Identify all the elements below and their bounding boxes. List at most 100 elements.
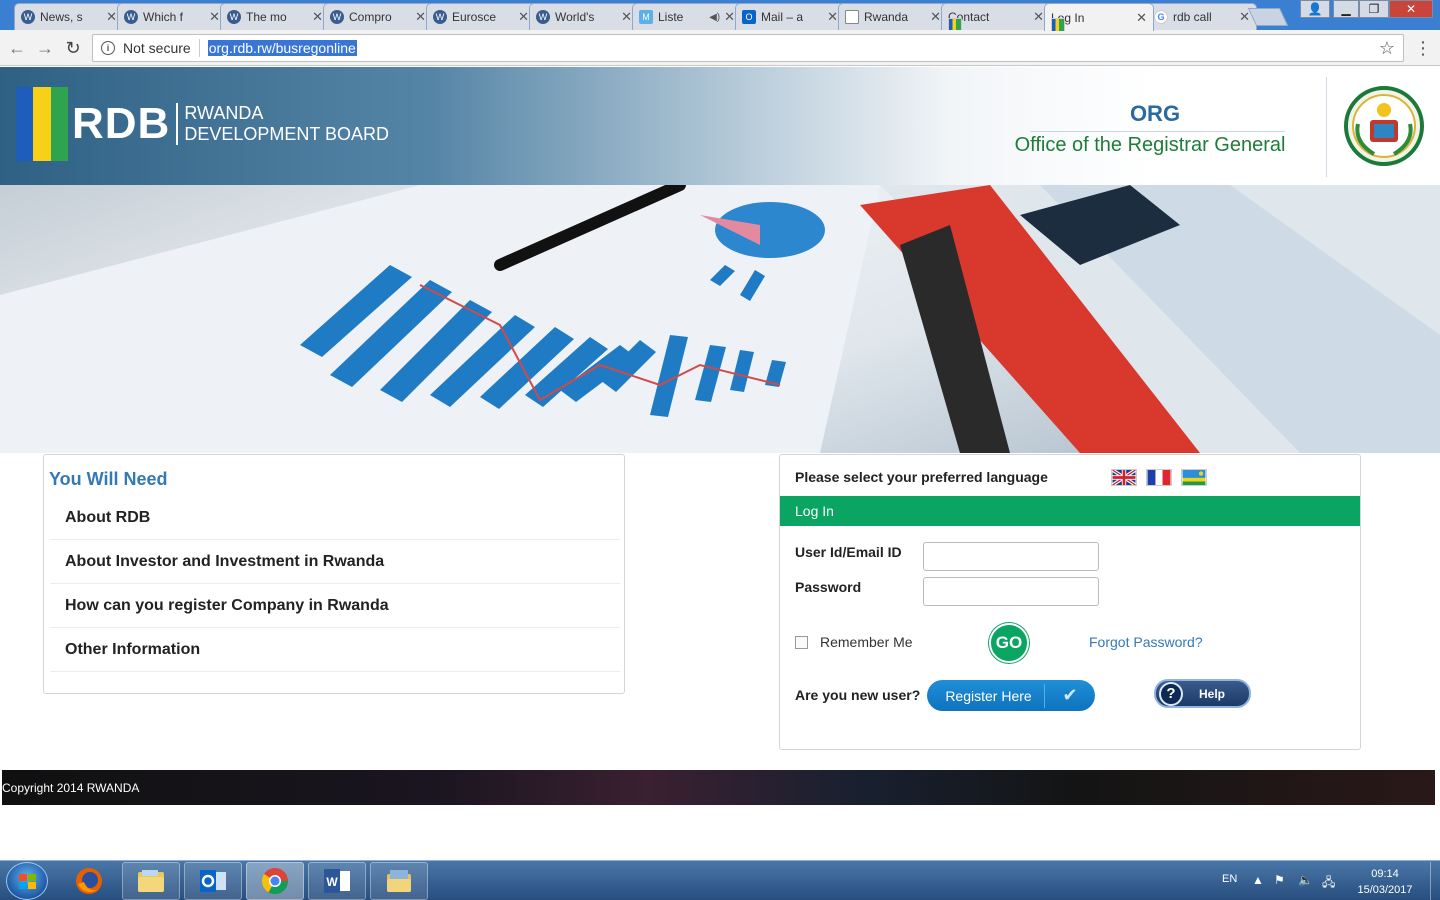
wordpress-icon: W: [536, 10, 550, 24]
browser-tab[interactable]: W Compro ✕: [323, 3, 433, 30]
forgot-password-link[interactable]: Forgot Password?: [1089, 634, 1203, 650]
minimize-button[interactable]: ▁: [1333, 0, 1359, 18]
info-link-about-rdb[interactable]: About RDB: [50, 496, 620, 540]
outlook-icon: O: [742, 10, 756, 24]
uk-flag-icon[interactable]: [1111, 469, 1137, 486]
volume-icon[interactable]: 🔈: [1298, 873, 1313, 887]
browser-tab[interactable]: M Liste ◀) ✕: [632, 3, 742, 30]
close-tab-icon[interactable]: ✕: [106, 9, 117, 25]
go-button[interactable]: GO: [989, 623, 1029, 663]
maximize-button[interactable]: ❐: [1359, 0, 1389, 18]
close-window-button[interactable]: ✕: [1389, 0, 1433, 18]
system-clock[interactable]: 09:14 15/03/2017: [1350, 866, 1420, 898]
back-arrow-icon: ←: [8, 37, 26, 58]
back-button[interactable]: ←: [6, 37, 28, 59]
logo-text: RDB: [72, 99, 171, 148]
reload-button[interactable]: ↻: [62, 37, 84, 59]
taskbar-firefox[interactable]: [60, 862, 118, 900]
network-icon[interactable]: 🖧: [1322, 873, 1335, 894]
close-tab-icon[interactable]: ✕: [827, 9, 838, 25]
browser-tab-bar: W News, s ✕ W Which f ✕ W The mo ✕ W Com…: [0, 0, 1440, 31]
header-divider: [1326, 77, 1327, 177]
close-tab-icon[interactable]: ✕: [1136, 10, 1147, 26]
browser-tab-active[interactable]: Log In ✕: [1044, 3, 1154, 31]
info-link-other-information[interactable]: Other Information: [50, 628, 620, 672]
user-id-label: User Id/Email ID: [795, 544, 902, 560]
rwanda-flag-icon[interactable]: [1181, 469, 1207, 486]
maximize-icon: ❐: [1368, 2, 1380, 16]
taskbar-outlook[interactable]: [184, 862, 242, 900]
france-flag-icon[interactable]: [1146, 469, 1172, 486]
speaker-icon[interactable]: ◀): [709, 12, 720, 23]
browser-tab[interactable]: Contact ✕: [941, 3, 1051, 30]
org-title: ORG: [1129, 101, 1181, 126]
password-label: Password: [795, 579, 862, 595]
taskbar-libraries[interactable]: [370, 862, 428, 900]
browser-tab[interactable]: O Mail – a ✕: [735, 3, 845, 30]
security-label[interactable]: Not secure: [123, 40, 191, 56]
wordpress-icon: W: [21, 10, 35, 24]
wordpress-icon: W: [330, 10, 344, 24]
wordpress-icon: W: [124, 10, 138, 24]
close-tab-icon[interactable]: ✕: [312, 9, 323, 25]
forward-button[interactable]: →: [34, 37, 56, 59]
chrome-icon: [261, 868, 289, 895]
tab-title: Which f: [143, 10, 184, 24]
tab-title: Rwanda: [864, 10, 909, 24]
logo-subtitle-line: DEVELOPMENT BOARD: [184, 124, 390, 144]
close-tab-icon[interactable]: ✕: [724, 9, 735, 25]
show-desktop-button[interactable]: [1430, 862, 1440, 900]
rwanda-flag-icon: [948, 18, 962, 30]
close-tab-icon[interactable]: ✕: [930, 9, 941, 25]
close-tab-icon[interactable]: ✕: [209, 9, 220, 25]
close-tab-icon[interactable]: ✕: [518, 9, 529, 25]
start-button[interactable]: [6, 862, 48, 900]
word-icon: W: [324, 869, 350, 893]
reload-icon: ↻: [65, 37, 81, 58]
browser-tab[interactable]: W Which f ✕: [117, 3, 227, 30]
taskbar-word[interactable]: W: [308, 862, 366, 900]
show-hidden-icons-icon[interactable]: ▲: [1252, 873, 1264, 887]
address-bar[interactable]: i Not secure org.rdb.rw/busregonline ☆: [92, 34, 1404, 62]
close-tab-icon[interactable]: ✕: [1239, 9, 1250, 25]
browser-tab[interactable]: Rwanda ✕: [838, 3, 948, 30]
browser-tab[interactable]: G rdb call ✕: [1147, 3, 1257, 30]
help-button[interactable]: ? Help: [1154, 679, 1251, 708]
firefox-icon: [76, 868, 102, 894]
remember-me-checkbox[interactable]: [795, 636, 808, 649]
close-tab-icon[interactable]: ✕: [1033, 9, 1044, 25]
browser-tab[interactable]: W News, s ✕: [14, 3, 124, 30]
tab-title: The mo: [246, 10, 287, 24]
user-id-input[interactable]: [923, 542, 1099, 571]
taskbar-explorer[interactable]: [122, 862, 180, 900]
info-link-investor[interactable]: About Investor and Investment in Rwanda: [50, 540, 620, 584]
browser-tab[interactable]: W Eurosce ✕: [426, 3, 536, 30]
register-here-button[interactable]: Register Here ✔: [927, 680, 1095, 711]
language-prompt: Please select your preferred language: [795, 469, 1048, 485]
tab-title: Eurosce: [452, 10, 497, 24]
info-icon[interactable]: i: [101, 41, 115, 55]
svg-text:W: W: [326, 875, 338, 889]
minimize-icon: ▁: [1341, 2, 1351, 16]
question-mark-icon: ?: [1159, 681, 1183, 706]
action-center-flag-icon[interactable]: ⚑: [1274, 873, 1285, 887]
browser-tab[interactable]: W The mo ✕: [220, 3, 330, 30]
bookmark-star-icon[interactable]: ☆: [1379, 38, 1395, 59]
charts-photo-illustration: [0, 185, 1440, 453]
user-profile-button[interactable]: 👤: [1300, 0, 1330, 18]
browser-menu-icon[interactable]: ⋮: [1414, 38, 1432, 59]
keyboard-language[interactable]: EN: [1222, 873, 1237, 885]
browser-toolbar: ← → ↻ i Not secure org.rdb.rw/busregonli…: [0, 30, 1440, 66]
browser-tab[interactable]: W World's ✕: [529, 3, 639, 30]
password-input[interactable]: [923, 577, 1099, 606]
taskbar-chrome[interactable]: [246, 862, 304, 900]
tab-title: World's: [555, 10, 595, 24]
url-text[interactable]: org.rdb.rw/busregonline: [207, 40, 357, 56]
wordpress-icon: W: [227, 10, 241, 24]
close-tab-icon[interactable]: ✕: [415, 9, 426, 25]
close-tab-icon[interactable]: ✕: [621, 9, 632, 25]
login-header-title: Log In: [795, 503, 834, 519]
rdb-logo[interactable]: RDB RWANDA DEVELOPMENT BOARD: [16, 87, 389, 161]
remember-me-label[interactable]: Remember Me: [820, 634, 913, 650]
info-link-register-company[interactable]: How can you register Company in Rwanda: [50, 584, 620, 628]
